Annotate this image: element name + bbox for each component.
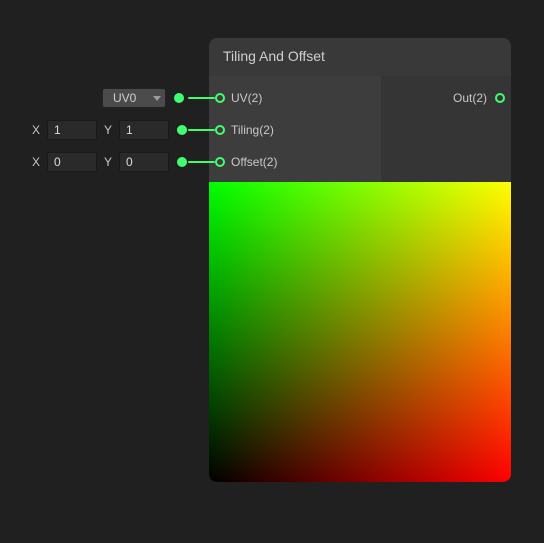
offset-x-input[interactable]: 0: [47, 152, 97, 172]
offset-y-input[interactable]: 0: [119, 152, 169, 172]
tiling-inline-control: X 1 Y 1: [29, 120, 187, 140]
tiling-y-input[interactable]: 1: [119, 120, 169, 140]
node-preview: [209, 182, 511, 482]
output-port-out[interactable]: Out(2): [381, 82, 511, 114]
inline-port-icon[interactable]: [174, 93, 184, 103]
x-label: X: [29, 120, 43, 140]
y-label: Y: [101, 120, 115, 140]
chevron-down-icon: [153, 96, 161, 101]
input-ports-column: UV(2) Tiling(2) Offset(2): [209, 76, 381, 182]
port-connector-icon[interactable]: [215, 157, 225, 167]
wire: [188, 129, 215, 131]
port-connector-icon[interactable]: [215, 93, 225, 103]
wire: [188, 97, 215, 99]
inline-port-icon[interactable]: [177, 125, 187, 135]
node-title[interactable]: Tiling And Offset: [209, 38, 511, 76]
tiling-x-input[interactable]: 1: [47, 120, 97, 140]
port-label: Out(2): [453, 91, 487, 105]
uv-inline-control: UV0: [102, 88, 184, 108]
tiling-and-offset-node[interactable]: Tiling And Offset UV(2) Tiling(2) Offset…: [209, 38, 511, 482]
port-label: Offset(2): [231, 155, 277, 169]
input-port-uv[interactable]: UV(2): [209, 82, 381, 114]
port-connector-icon[interactable]: [215, 125, 225, 135]
output-ports-column: Out(2): [381, 76, 511, 182]
input-port-offset[interactable]: Offset(2): [209, 146, 381, 178]
inline-port-icon[interactable]: [177, 157, 187, 167]
offset-inline-control: X 0 Y 0: [29, 152, 187, 172]
wire: [188, 161, 215, 163]
input-port-tiling[interactable]: Tiling(2): [209, 114, 381, 146]
dropdown-value: UV0: [113, 91, 136, 105]
node-ports: UV(2) Tiling(2) Offset(2) Out(2): [209, 76, 511, 182]
y-label: Y: [101, 152, 115, 172]
uv-channel-dropdown[interactable]: UV0: [102, 88, 166, 108]
port-label: Tiling(2): [231, 123, 274, 137]
port-label: UV(2): [231, 91, 262, 105]
port-connector-icon[interactable]: [495, 93, 505, 103]
x-label: X: [29, 152, 43, 172]
